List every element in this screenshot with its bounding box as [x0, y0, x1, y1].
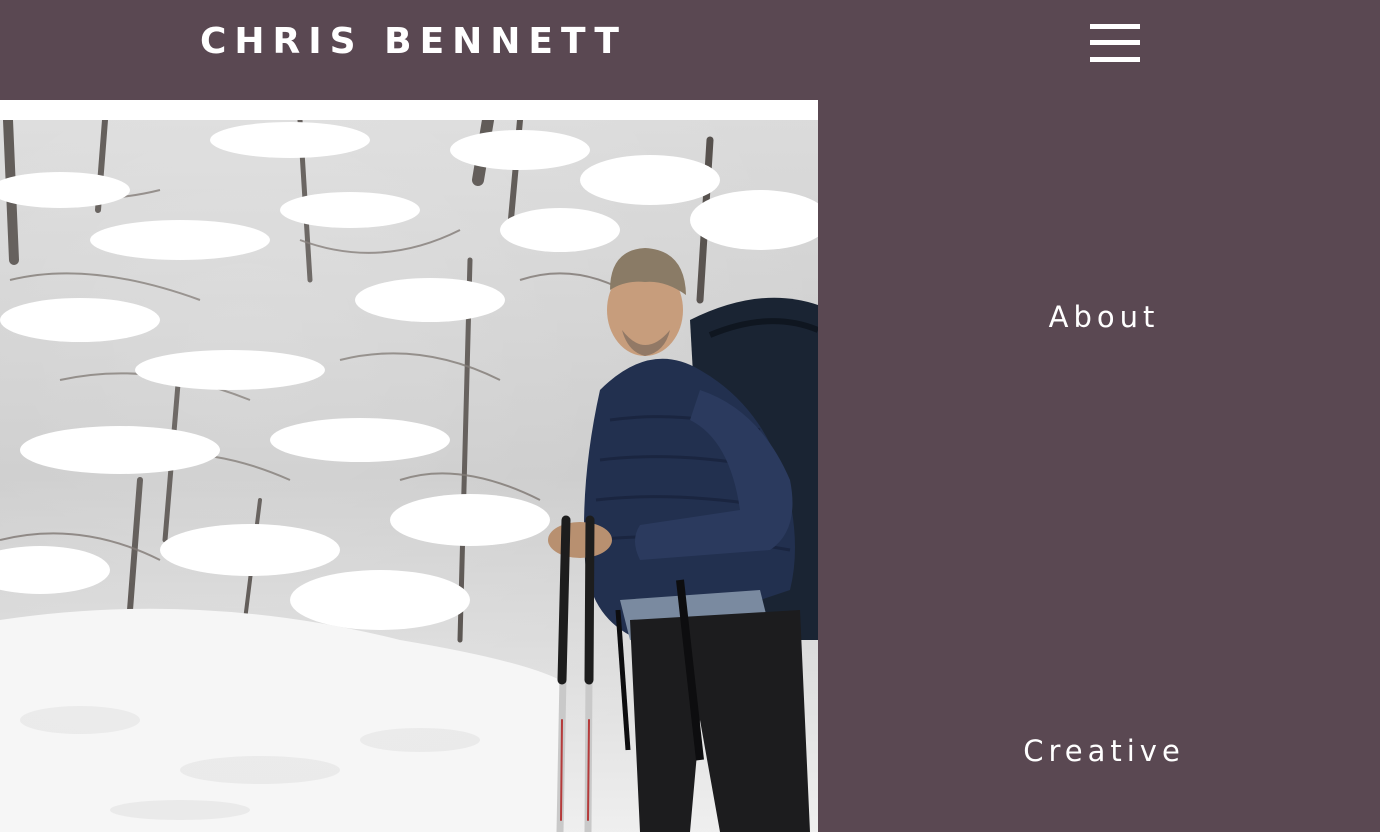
- menu-bar-top: [1090, 24, 1140, 29]
- nav-creative-link[interactable]: Creative: [954, 734, 1254, 768]
- menu-bar-middle: [1090, 40, 1140, 45]
- nav-about-link[interactable]: About: [954, 300, 1254, 334]
- hamburger-menu-icon[interactable]: [1090, 24, 1140, 62]
- hero-photo-frame: [0, 100, 818, 832]
- page: CHRIS BENNETT About Creative: [0, 0, 1380, 832]
- site-title[interactable]: CHRIS BENNETT: [200, 20, 627, 64]
- hero-photo: [0, 120, 818, 832]
- menu-bar-bottom: [1090, 57, 1140, 62]
